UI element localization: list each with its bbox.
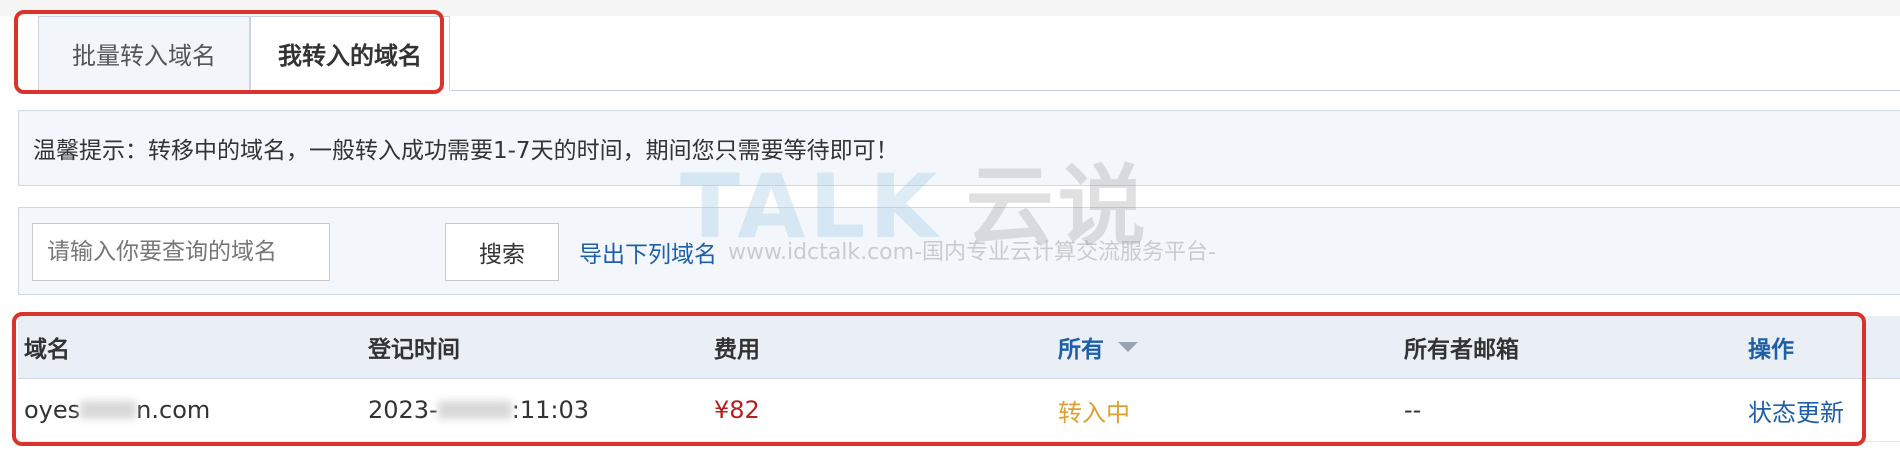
col-header-actions: 操作 bbox=[1748, 337, 1794, 363]
caret-down-icon bbox=[1118, 342, 1138, 352]
table-row: oyes n.com 2023- :11:03 ¥82 转入中 -- 状态更新 bbox=[18, 379, 1900, 442]
redacted-blur bbox=[80, 401, 137, 419]
search-button[interactable]: 搜索 bbox=[445, 223, 559, 281]
domain-transfer-page: 批量转入域名 我转入的域名 温馨提示：转移中的域名，一般转入成功需要1-7天的时… bbox=[0, 0, 1900, 452]
redacted-blur bbox=[437, 401, 512, 419]
export-domains-link[interactable]: 导出下列域名 bbox=[579, 223, 717, 281]
cell-status: 转入中 bbox=[1058, 398, 1130, 427]
table-header: 域名 登记时间 费用 所有 所有者邮箱 操作 bbox=[18, 316, 1900, 379]
status-filter-label: 所有 bbox=[1058, 337, 1104, 363]
cell-owner-email: -- bbox=[1404, 396, 1422, 424]
col-header-owner-email: 所有者邮箱 bbox=[1404, 337, 1519, 363]
tab-my-transfers[interactable]: 我转入的域名 bbox=[250, 16, 450, 91]
col-header-reg-time: 登记时间 bbox=[368, 337, 460, 363]
cell-fee: ¥82 bbox=[714, 396, 760, 424]
cell-reg-time: 2023- :11:03 bbox=[368, 396, 589, 424]
search-input[interactable] bbox=[32, 223, 330, 281]
col-header-fee: 费用 bbox=[714, 337, 760, 363]
top-strip bbox=[0, 0, 1900, 16]
tab-batch-transfer[interactable]: 批量转入域名 bbox=[38, 16, 250, 90]
domain-table: 域名 登记时间 费用 所有 所有者邮箱 操作 oyes n.com 2023- … bbox=[18, 316, 1900, 442]
cell-domain: oyes n.com bbox=[24, 396, 211, 424]
notice-text: 温馨提示：转移中的域名，一般转入成功需要1-7天的时间，期间您只需要等待即可！ bbox=[33, 138, 899, 164]
tab-bar: 批量转入域名 我转入的域名 bbox=[18, 16, 1900, 91]
col-header-domain: 域名 bbox=[24, 337, 70, 363]
notice-bar: 温馨提示：转移中的域名，一般转入成功需要1-7天的时间，期间您只需要等待即可！ bbox=[18, 110, 1900, 186]
status-filter-dropdown[interactable]: 所有 bbox=[1058, 316, 1138, 378]
search-bar: 搜索 导出下列域名 bbox=[18, 207, 1900, 295]
status-update-link[interactable]: 状态更新 bbox=[1748, 379, 1844, 441]
